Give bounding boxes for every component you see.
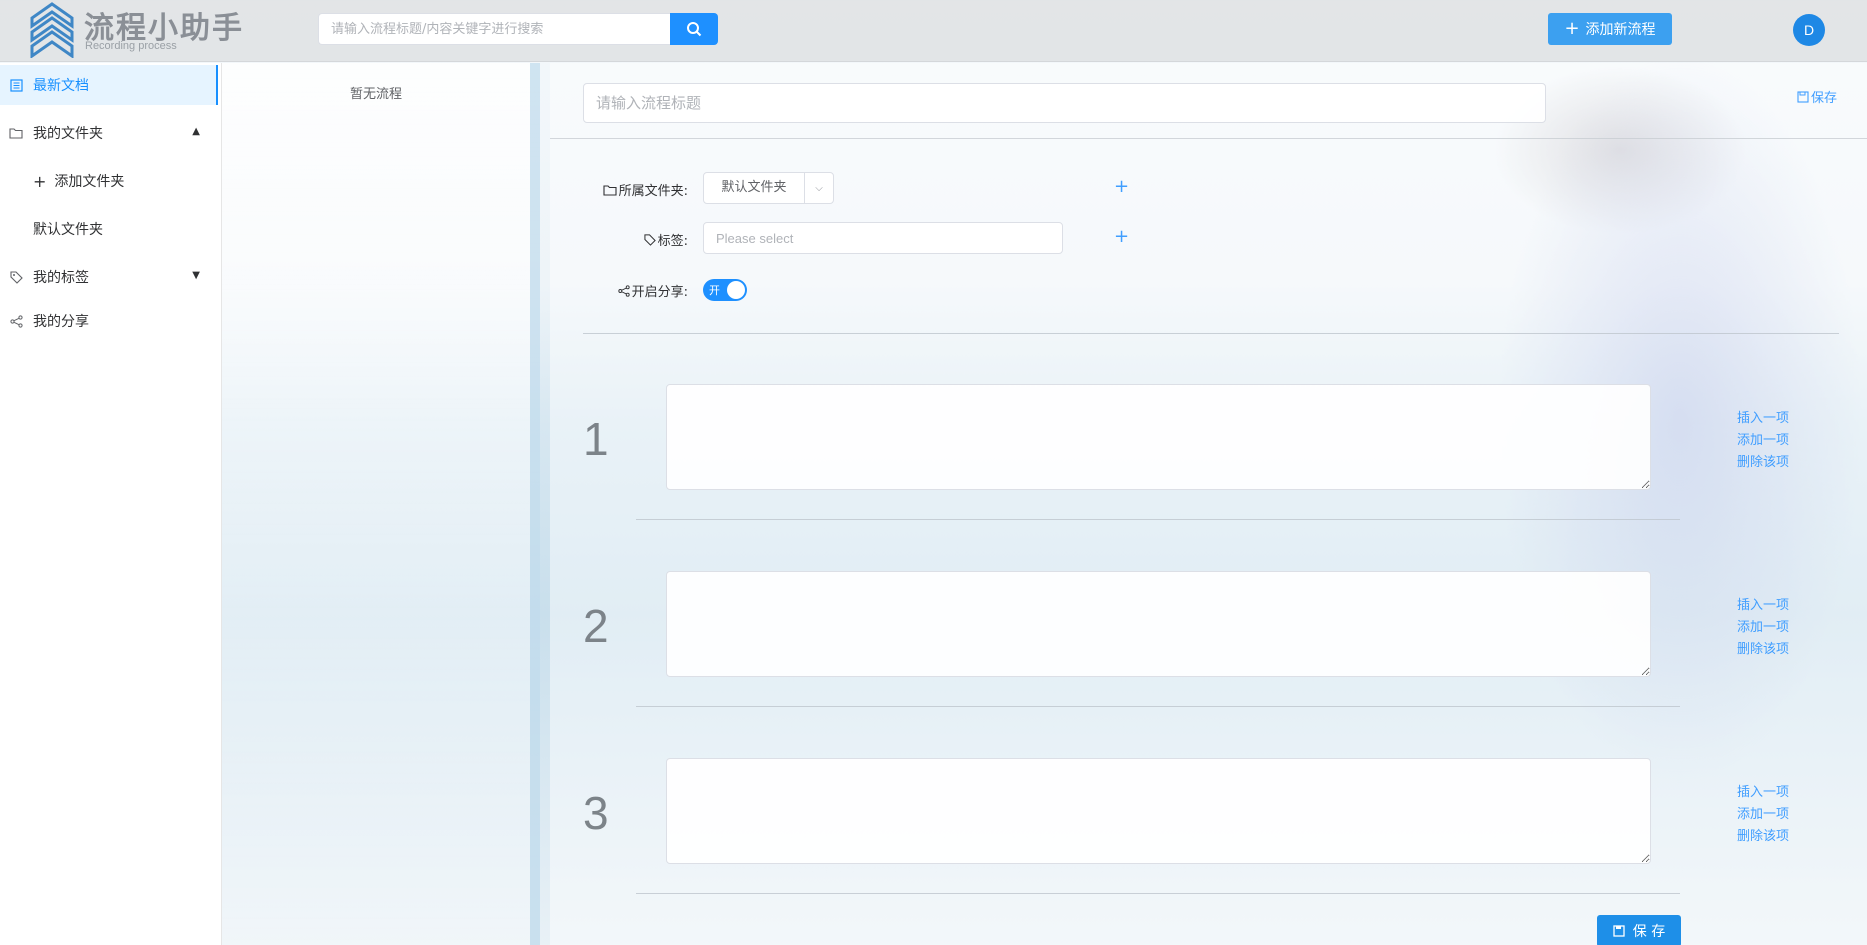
folder-select[interactable]: 默认文件夹 ⌵	[703, 172, 834, 204]
add-tag-plus-button[interactable]: +	[1114, 228, 1129, 246]
top-save-label: 保存	[1811, 91, 1838, 106]
add-folder-plus-button[interactable]: +	[1114, 178, 1129, 196]
divider	[583, 333, 1839, 334]
chevron-down-icon: ⌵	[815, 182, 823, 194]
sidebar-item-add-folder[interactable]: + 添加文件夹	[0, 161, 218, 201]
save-icon	[1613, 925, 1625, 937]
share-icon	[617, 284, 630, 297]
step-actions: 插入一项 添加一项 删除该项	[1737, 407, 1789, 470]
step-content-textarea[interactable]	[666, 384, 1651, 490]
divider	[636, 519, 1680, 520]
user-avatar[interactable]: D	[1793, 14, 1825, 46]
step-number: 3	[583, 787, 609, 839]
folder-field-label: 所属文件夹:	[578, 180, 688, 199]
delete-item-link[interactable]: 删除该项	[1737, 825, 1789, 844]
save-icon	[1797, 90, 1809, 103]
share-toggle[interactable]: 开	[703, 279, 747, 301]
share-toggle-text: 开	[709, 284, 720, 297]
chevron-down-icon: ▼	[192, 270, 200, 281]
tag-icon	[9, 270, 23, 284]
sidebar-item-my-tags[interactable]: 我的标签 ▼	[0, 257, 218, 297]
sidebar-item-latest-docs[interactable]: 最新文档	[0, 65, 218, 105]
sidebar-item-default-folder[interactable]: 默认文件夹	[0, 209, 218, 249]
insert-item-link[interactable]: 插入一项	[1737, 781, 1789, 800]
chevron-up-icon: ▲	[192, 126, 200, 137]
insert-item-link[interactable]: 插入一项	[1737, 407, 1789, 426]
top-save-link[interactable]: 保存	[1797, 87, 1837, 106]
insert-item-link[interactable]: 插入一项	[1737, 594, 1789, 613]
folder-select-value: 默认文件夹	[704, 173, 805, 203]
folder-label-text: 所属文件夹:	[618, 184, 688, 199]
delete-item-link[interactable]: 删除该项	[1737, 638, 1789, 657]
step-content-textarea[interactable]	[666, 758, 1651, 864]
sidebar-item-my-shares[interactable]: 我的分享	[0, 301, 218, 341]
divider	[550, 138, 1867, 139]
add-item-link[interactable]: 添加一项	[1737, 429, 1789, 448]
empty-list-text: 暂无流程	[349, 87, 402, 102]
step-number: 2	[583, 600, 609, 652]
tag-label-text: 标签:	[657, 234, 688, 249]
brand-subtitle: Recording process	[85, 40, 177, 52]
tag-select[interactable]: Please select	[703, 222, 1063, 254]
tag-icon	[644, 233, 656, 246]
plus-icon: +	[1564, 18, 1580, 39]
sidebar-item-my-folders[interactable]: 我的文件夹 ▲	[0, 113, 218, 153]
add-item-link[interactable]: 添加一项	[1737, 616, 1789, 635]
step-content-textarea[interactable]	[666, 571, 1651, 677]
folder-icon	[9, 126, 23, 140]
delete-item-link[interactable]: 删除该项	[1737, 451, 1789, 470]
share-label-text: 开启分享:	[631, 285, 688, 300]
add-new-flow-button[interactable]: + 添加新流程	[1548, 13, 1672, 45]
search-input[interactable]	[318, 13, 671, 45]
sidebar-item-label: 最新文档	[33, 78, 89, 94]
share-icon	[9, 314, 23, 328]
app-logo-icon	[30, 2, 74, 58]
sidebar-item-label: 添加文件夹	[54, 174, 125, 190]
sidebar: 最新文档 我的文件夹 ▲ + 添加文件夹 默认文件夹 我的标签 ▼ 我的分享	[0, 63, 222, 945]
share-field-label: 开启分享:	[578, 281, 688, 300]
step-item: 2 插入一项 添加一项 删除该项	[550, 571, 1867, 758]
step-actions: 插入一项 添加一项 删除该项	[1737, 781, 1789, 844]
plus-icon: +	[33, 171, 47, 191]
flow-editor: 保存 所属文件夹: 默认文件夹 ⌵ + 标签: Please select + …	[550, 63, 1867, 945]
sidebar-item-label: 默认文件夹	[33, 222, 103, 238]
divider	[636, 706, 1680, 707]
sidebar-item-label: 我的文件夹	[33, 126, 103, 142]
step-number: 1	[583, 413, 609, 465]
search-icon	[687, 22, 702, 37]
tag-field-label: 标签:	[578, 230, 688, 249]
add-new-flow-label: 添加新流程	[1585, 22, 1656, 38]
toggle-knob	[727, 281, 745, 299]
flow-list-panel: 暂无流程	[222, 63, 540, 945]
search-button[interactable]	[670, 13, 718, 45]
save-button-label: 保 存	[1632, 924, 1666, 940]
step-item: 1 插入一项 添加一项 删除该项	[550, 384, 1867, 571]
flow-title-input[interactable]	[583, 83, 1546, 123]
folder-icon	[603, 184, 617, 196]
save-button[interactable]: 保 存	[1597, 915, 1681, 945]
tag-select-placeholder: Please select	[716, 230, 794, 246]
top-header: 流程小助手 Recording process + 添加新流程 D	[0, 0, 1867, 62]
divider	[636, 893, 1680, 894]
add-item-link[interactable]: 添加一项	[1737, 803, 1789, 822]
step-actions: 插入一项 添加一项 删除该项	[1737, 594, 1789, 657]
sidebar-item-label: 我的分享	[33, 314, 89, 330]
document-icon	[9, 78, 23, 92]
sidebar-item-label: 我的标签	[33, 270, 89, 286]
